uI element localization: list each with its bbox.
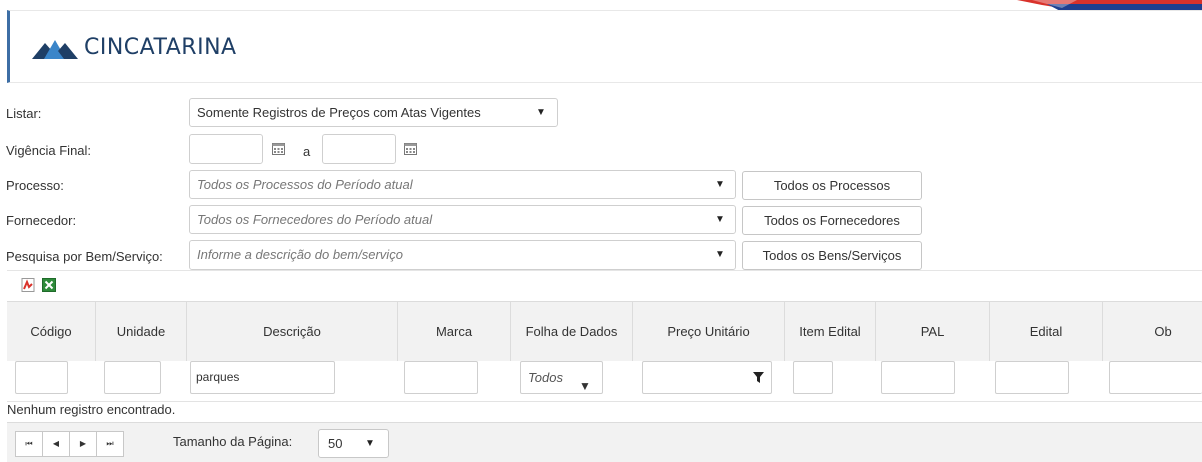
bem-servico-label: Pesquisa por Bem/Serviço: bbox=[6, 249, 163, 264]
vigencia-start-input[interactable] bbox=[189, 134, 263, 164]
prev-page-button[interactable]: ◀ bbox=[42, 431, 70, 457]
edital-filter-input[interactable] bbox=[995, 361, 1069, 394]
processo-combobox[interactable]: Todos os Processos do Período atual ▼ bbox=[189, 170, 736, 199]
grid-filter-row: parques Todos ▼ bbox=[7, 361, 1202, 402]
chevron-down-icon[interactable]: ▼ bbox=[715, 214, 725, 225]
excel-export-icon[interactable] bbox=[42, 278, 56, 292]
page-size-select[interactable]: 50 ▼ bbox=[318, 429, 389, 458]
column-header[interactable]: Edital bbox=[990, 302, 1103, 361]
folha-dados-filter-select[interactable]: Todos ▼ bbox=[520, 361, 603, 394]
column-header[interactable]: PAL bbox=[876, 302, 990, 361]
vigencia-label: Vigência Final: bbox=[6, 143, 92, 158]
listar-select[interactable]: Somente Registros de Preços com Atas Vig… bbox=[189, 98, 558, 127]
first-page-icon: ⏮ bbox=[25, 439, 33, 448]
processo-label: Processo: bbox=[6, 178, 64, 193]
fornecedor-combobox[interactable]: Todos os Fornecedores do Período atual ▼ bbox=[189, 205, 736, 234]
filter-funnel-icon[interactable] bbox=[753, 372, 764, 383]
last-page-icon: ⏭ bbox=[106, 439, 114, 448]
bem-servico-placeholder: Informe a descrição do bem/serviço bbox=[197, 247, 403, 262]
listar-label: Listar: bbox=[6, 106, 42, 121]
column-header[interactable]: Preço Unitário bbox=[633, 302, 785, 361]
column-header[interactable]: Item Edital bbox=[785, 302, 876, 361]
todos-bens-servicos-button[interactable]: Todos os Bens/Serviços bbox=[742, 241, 922, 270]
calendar-icon[interactable] bbox=[272, 142, 285, 155]
todos-processos-button[interactable]: Todos os Processos bbox=[742, 171, 922, 200]
column-header[interactable]: Marca bbox=[398, 302, 511, 361]
prev-page-icon: ◀ bbox=[52, 439, 60, 448]
page-size-label: Tamanho da Página: bbox=[173, 434, 293, 449]
todos-fornecedores-button[interactable]: Todos os Fornecedores bbox=[742, 206, 922, 235]
column-header[interactable]: Código bbox=[7, 302, 96, 361]
processo-placeholder: Todos os Processos do Período atual bbox=[197, 177, 413, 192]
chevron-down-icon: ▼ bbox=[579, 379, 591, 393]
first-page-button[interactable]: ⏮ bbox=[15, 431, 43, 457]
last-page-button[interactable]: ⏭ bbox=[96, 431, 124, 457]
logo[interactable]: CINCATARINA bbox=[32, 35, 237, 60]
marca-filter-input[interactable] bbox=[404, 361, 478, 394]
listar-select-value: Somente Registros de Preços com Atas Vig… bbox=[197, 105, 481, 120]
vigencia-separator: a bbox=[303, 144, 311, 159]
grid-pager: ⏮ ◀ ▶ ⏭ Tamanho da Página: 50 ▼ bbox=[7, 422, 1202, 462]
codigo-filter-input[interactable] bbox=[15, 361, 68, 394]
ob-filter-input[interactable] bbox=[1109, 361, 1202, 394]
chevron-down-icon: ▼ bbox=[365, 438, 375, 449]
calendar-icon[interactable] bbox=[404, 142, 417, 155]
column-header[interactable]: Folha de Dados bbox=[511, 302, 633, 361]
grid-toolbar bbox=[7, 270, 1202, 301]
vigencia-end-input[interactable] bbox=[322, 134, 396, 164]
chevron-down-icon[interactable]: ▼ bbox=[715, 179, 725, 190]
bem-servico-combobox[interactable]: Informe a descrição do bem/serviço ▼ bbox=[189, 240, 736, 270]
chevron-down-icon: ▼ bbox=[536, 107, 546, 118]
column-header[interactable]: Ob bbox=[1103, 302, 1202, 361]
next-page-button[interactable]: ▶ bbox=[69, 431, 97, 457]
next-page-icon: ▶ bbox=[79, 439, 87, 448]
app-header: CINCATARINA bbox=[7, 10, 1202, 83]
fornecedor-label: Fornecedor: bbox=[6, 213, 77, 228]
descricao-filter-input[interactable]: parques bbox=[190, 361, 335, 394]
fornecedor-placeholder: Todos os Fornecedores do Período atual bbox=[197, 212, 433, 227]
chevron-down-icon[interactable]: ▼ bbox=[715, 249, 725, 260]
unidade-filter-input[interactable] bbox=[104, 361, 161, 394]
logo-text: CINCATARINA bbox=[84, 35, 237, 60]
pdf-export-icon[interactable] bbox=[21, 278, 35, 292]
pal-filter-input[interactable] bbox=[881, 361, 955, 394]
column-header[interactable]: Descrição bbox=[187, 302, 398, 361]
grid-header-row: Código Unidade Descrição Marca Folha de … bbox=[7, 301, 1202, 362]
empty-message: Nenhum registro encontrado. bbox=[7, 402, 176, 417]
logo-mark-icon bbox=[32, 39, 78, 59]
column-header[interactable]: Unidade bbox=[96, 302, 187, 361]
item-edital-filter-input[interactable] bbox=[793, 361, 833, 394]
preco-filter-input[interactable] bbox=[642, 361, 772, 394]
